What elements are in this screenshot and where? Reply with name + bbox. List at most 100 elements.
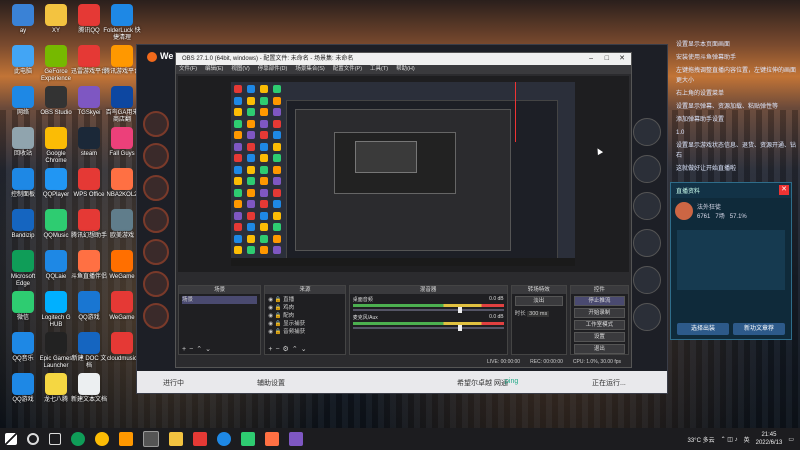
game-info-panel[interactable]: 直播资料 ✕ 法外狂徒 6761 7场 57.1% 选择出装 新功文章荐 <box>670 182 792 340</box>
search-icon[interactable] <box>27 433 39 445</box>
edge-icon[interactable] <box>71 432 85 446</box>
hero-avatar-icon[interactable] <box>143 175 169 201</box>
note-line: 1.0 <box>676 130 685 136</box>
menu-item[interactable]: 工具(T) <box>370 65 388 74</box>
task-view-icon[interactable] <box>49 433 61 445</box>
app-icon[interactable] <box>193 432 207 446</box>
control-button[interactable]: 工作室模式 <box>573 320 625 330</box>
down-icon[interactable]: ⌄ <box>205 346 214 353</box>
obs-taskbar-icon[interactable] <box>143 431 159 447</box>
preview-icon <box>234 119 242 128</box>
app-icon <box>78 168 100 190</box>
preview-icon <box>247 211 255 220</box>
gear-icon[interactable]: ⚙ <box>283 346 292 353</box>
app-icon[interactable] <box>289 432 303 446</box>
source-item[interactable]: ◉ 🔒 显示捕获 <box>268 320 341 328</box>
clock[interactable]: 21:45 2022/6/13 <box>756 431 783 447</box>
app-icon[interactable] <box>265 432 279 446</box>
duration-input[interactable]: 300 ms <box>527 311 550 317</box>
channel-label: 麦克风/Aux 0.0 dB <box>352 314 504 321</box>
source-item[interactable]: ◉ 🔒 鸡肉 <box>268 304 341 312</box>
preview-icon <box>247 142 255 151</box>
item-grid <box>677 230 785 290</box>
chrome-icon[interactable] <box>95 432 109 446</box>
menu-item[interactable]: 文件(F) <box>179 65 197 74</box>
menu-item[interactable]: 配置文件(P) <box>333 65 362 74</box>
folder-icon[interactable] <box>169 432 183 446</box>
up-icon[interactable]: ⌃ <box>292 346 301 353</box>
app-icon <box>111 45 133 67</box>
assist-settings-link[interactable]: 辅助设置 <box>257 378 285 388</box>
control-button[interactable]: 退出 <box>573 344 625 354</box>
obs-preview[interactable] <box>178 76 629 272</box>
hero-avatar-icon[interactable] <box>143 143 169 169</box>
wegame-taskbar-icon[interactable] <box>119 432 133 446</box>
transition-select[interactable]: 淡出 <box>514 296 563 306</box>
menu-item[interactable]: 停靠部件(D) <box>258 65 288 74</box>
notification-icon[interactable]: ▭ <box>788 436 794 443</box>
visibility-icon[interactable]: ◉ 🔒 <box>268 321 283 327</box>
app-icon[interactable] <box>217 432 231 446</box>
scene-item[interactable]: 场景 <box>182 296 258 304</box>
shortcut-label: FolderLuck 快捷清理 <box>103 28 141 41</box>
desktop-shortcut[interactable]: FolderLuck 快捷清理 <box>103 4 141 42</box>
ime-indicator[interactable]: 英 <box>744 435 750 444</box>
new-article-button[interactable]: 新功文章荐 <box>733 323 785 335</box>
visibility-icon[interactable]: ◉ 🔒 <box>268 297 283 303</box>
wechat-icon[interactable] <box>241 432 255 446</box>
hero-avatar-icon[interactable] <box>143 207 169 233</box>
menu-item[interactable]: 帮助(H) <box>396 65 415 74</box>
down-icon[interactable]: ⌄ <box>301 346 310 353</box>
remove-icon[interactable]: − <box>275 346 282 353</box>
preview-canvas[interactable] <box>231 82 575 266</box>
hero-avatar-icon[interactable] <box>143 271 169 297</box>
source-item[interactable]: ◉ 🔒 配肉 <box>268 312 341 320</box>
app-icon <box>45 209 67 231</box>
app-icon <box>45 168 67 190</box>
tray-icons[interactable]: ⌃ ◫ ♪ <box>721 436 738 443</box>
control-button[interactable]: 设置 <box>573 332 625 342</box>
hero-avatar-icon[interactable] <box>143 111 169 137</box>
app-icon <box>111 209 133 231</box>
close-icon[interactable]: ✕ <box>779 185 789 195</box>
visibility-icon[interactable]: ◉ 🔒 <box>268 313 283 319</box>
select-build-button[interactable]: 选择出装 <box>677 323 729 335</box>
control-button[interactable]: 停止推流 <box>573 296 625 306</box>
menu-item[interactable]: 视图(V) <box>231 65 249 74</box>
up-icon[interactable]: ⌃ <box>196 346 205 353</box>
desktop-shortcut[interactable]: 新建文本文档 <box>70 373 108 404</box>
obs-docks: 场景 场景 +−⌃⌄ 来源 ◉ 🔒 直播 ◉ 🔒 鸡肉 ◉ 🔒 配肉 ◉ 🔒 显示捕获… <box>178 285 629 355</box>
hero-avatar-icon[interactable] <box>143 239 169 265</box>
source-item[interactable]: ◉ 🔒 直播 <box>268 296 341 304</box>
menu-item[interactable]: 场景集合(S) <box>295 65 324 74</box>
weather[interactable]: 33°C 多云 <box>688 435 715 444</box>
hero-avatar-icon[interactable] <box>143 303 169 329</box>
close-button[interactable]: ✕ <box>619 53 625 65</box>
visibility-icon[interactable]: ◉ 🔒 <box>268 305 283 311</box>
maximize-button[interactable]: □ <box>605 53 609 65</box>
source-item[interactable]: ◉ 🔒 音频捕获 <box>268 328 341 336</box>
mouse-cursor-icon <box>594 146 604 156</box>
player-row: 法外狂徒 6761 7场 57.1% <box>671 198 791 224</box>
circle-button[interactable] <box>633 303 661 331</box>
preview-icon <box>247 85 255 93</box>
control-button[interactable]: 开始录制 <box>573 308 625 318</box>
obs-window[interactable]: OBS 27.1.0 (64bit, windows) - 配置文件: 未命名 … <box>175 52 632 368</box>
preview-icon <box>247 131 255 139</box>
preview-icon <box>260 188 268 197</box>
circle-button[interactable] <box>633 192 661 220</box>
volume-slider[interactable] <box>352 325 504 331</box>
source-label: 鸡肉 <box>283 305 295 311</box>
start-icon[interactable] <box>5 433 17 445</box>
note-line: 这就做好让开始直播啦 <box>676 166 737 172</box>
menu-item[interactable]: 编辑(E) <box>205 65 223 74</box>
minimize-button[interactable]: – <box>589 53 593 65</box>
circle-button[interactable] <box>633 229 661 257</box>
app-icon <box>12 332 34 354</box>
circle-button[interactable] <box>633 155 661 183</box>
circle-button[interactable] <box>633 118 661 146</box>
volume-slider[interactable] <box>352 307 504 313</box>
app-icon <box>45 127 67 149</box>
circle-button[interactable] <box>633 266 661 294</box>
visibility-icon[interactable]: ◉ 🔒 <box>268 329 283 335</box>
